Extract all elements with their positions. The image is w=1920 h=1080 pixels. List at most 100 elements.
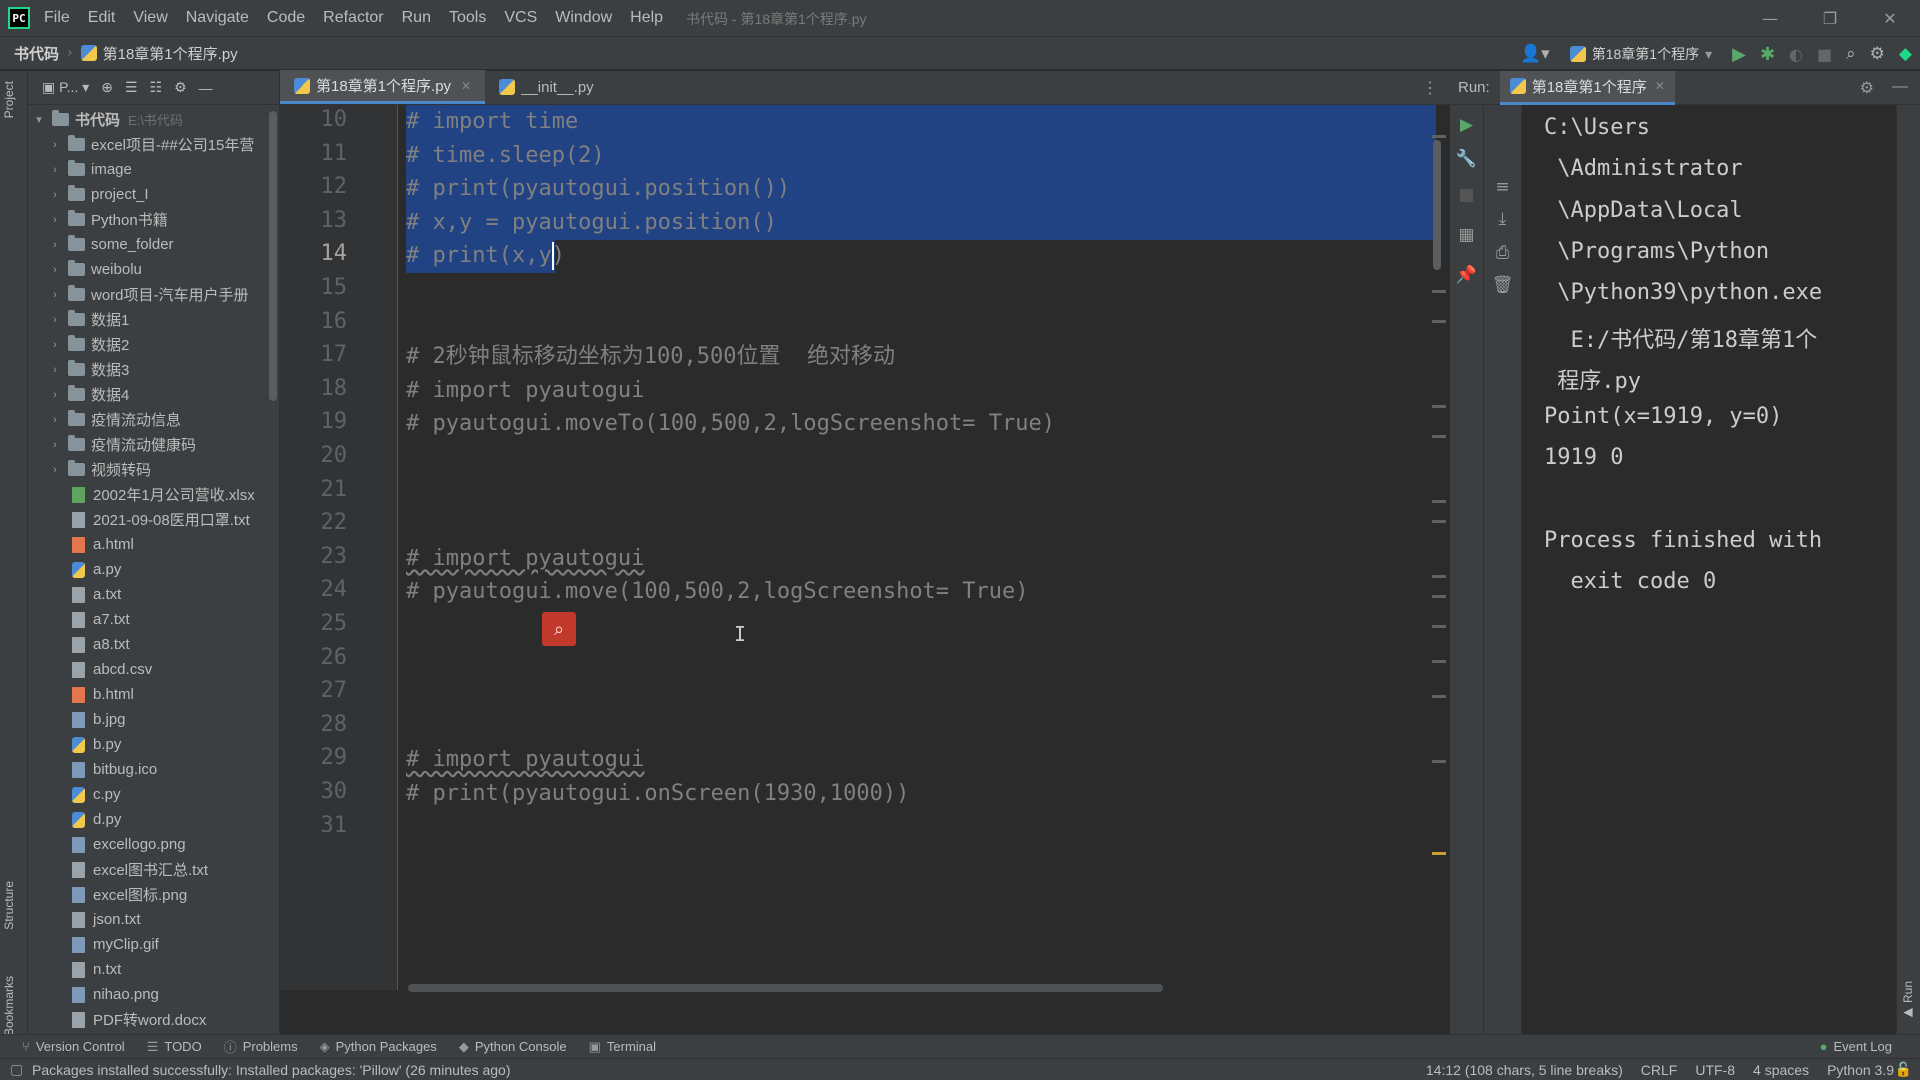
stripe-mark[interactable] <box>1432 625 1446 628</box>
tab-problems[interactable]: ⓘ Problems <box>224 1037 298 1056</box>
stripe-mark[interactable] <box>1432 435 1446 438</box>
tree-item[interactable]: json.txt <box>28 907 279 932</box>
stripe-mark[interactable] <box>1432 760 1446 763</box>
status-toggle-icon[interactable]: ▢ <box>10 1061 23 1078</box>
project-tree-scrollbar[interactable] <box>269 111 277 401</box>
editor-tab[interactable]: 第18章第1个程序.py ✕ <box>280 70 486 104</box>
stripe-mark[interactable] <box>1432 320 1446 323</box>
code-line[interactable]: # import pyautogui <box>406 374 644 408</box>
stripe-mark[interactable] <box>1432 520 1446 523</box>
menu-code[interactable]: Code <box>267 9 305 27</box>
editor-horizontal-scrollbar[interactable] <box>408 984 1163 992</box>
tree-item[interactable]: › excel项目-##公司15年营 <box>28 132 279 157</box>
tab-python-console[interactable]: ◆ Python Console <box>459 1039 567 1055</box>
python-interpreter[interactable]: Python 3.9 <box>1827 1062 1894 1078</box>
tree-item[interactable]: b.html <box>28 682 279 707</box>
project-view-selector[interactable]: ▣ P... ▾ <box>42 79 89 96</box>
code-line[interactable]: # print(x,y) <box>406 239 565 273</box>
user-icon[interactable]: 👤▾ <box>1520 44 1550 64</box>
menu-navigate[interactable]: Navigate <box>186 9 249 27</box>
indent-setting[interactable]: 4 spaces <box>1753 1062 1809 1078</box>
tab-version-control[interactable]: ⑂ Version Control <box>22 1039 125 1054</box>
stripe-mark[interactable] <box>1432 660 1446 663</box>
code-line[interactable]: # pyautogui.moveTo(100,500,2,logScreensh… <box>406 407 1055 441</box>
event-log-button[interactable]: ● Event Log <box>1820 1039 1892 1054</box>
code-editor[interactable]: ▲4 ▲23 ✔3 ˄ ˅ # import time# time.sleep(… <box>398 105 1450 990</box>
editor-tab[interactable]: __init__.py <box>485 70 608 104</box>
code-line[interactable]: # import pyautogui <box>406 542 644 576</box>
tab-todo[interactable]: ☰ TODO <box>147 1039 202 1055</box>
tree-item[interactable]: › 视频转码 <box>28 457 279 482</box>
stripe-mark[interactable] <box>1432 595 1446 598</box>
project-tool-tab[interactable]: Project <box>2 81 16 118</box>
tree-item[interactable]: › image <box>28 157 279 182</box>
gear-icon[interactable]: ⚙ <box>1860 78 1874 98</box>
tree-item[interactable]: a.py <box>28 557 279 582</box>
tree-item[interactable]: a.txt <box>28 582 279 607</box>
more-tabs-icon[interactable]: ⋮ <box>1422 78 1438 97</box>
warning-stripe-mark[interactable] <box>1432 852 1446 855</box>
tree-item[interactable]: myClip.gif <box>28 932 279 957</box>
tree-item[interactable]: a7.txt <box>28 607 279 632</box>
expand-all-icon[interactable]: ☰ <box>125 79 138 96</box>
collapse-all-icon[interactable]: ☷ <box>150 79 163 96</box>
restore-button[interactable]: ❐ <box>1800 9 1860 28</box>
menu-edit[interactable]: Edit <box>88 9 116 27</box>
menu-vcs[interactable]: VCS <box>504 9 537 27</box>
hide-panel-icon[interactable]: — <box>199 80 213 96</box>
structure-tool-tab[interactable]: Structure <box>2 881 16 930</box>
hide-panel-icon[interactable]: — <box>1892 78 1908 98</box>
tree-item[interactable]: › project_I <box>28 182 279 207</box>
tree-item[interactable]: › 数据3 <box>28 357 279 382</box>
stripe-mark[interactable] <box>1432 575 1446 578</box>
tree-item[interactable]: › 疫情流动信息 <box>28 407 279 432</box>
tree-item[interactable]: 2021-09-08医用口罩.txt <box>28 507 279 532</box>
menu-refactor[interactable]: Refactor <box>323 9 383 27</box>
run-config-selector[interactable]: 第18章第1个程序 ▾ <box>1563 42 1719 66</box>
tab-python-packages[interactable]: ◈ Python Packages <box>320 1039 437 1055</box>
minimize-button[interactable]: — <box>1740 9 1800 28</box>
code-line[interactable]: # print(pyautogui.onScreen(1930,1000)) <box>406 777 909 811</box>
gear-icon[interactable]: ⚙ <box>174 79 187 96</box>
lock-icon[interactable]: 🔓 <box>1895 1061 1912 1078</box>
soft-wrap-icon[interactable]: ≡ <box>1484 177 1521 197</box>
debug-icon[interactable]: ✱ <box>1760 44 1775 65</box>
tree-item[interactable]: › some_folder <box>28 232 279 257</box>
code-line[interactable]: # import pyautogui <box>406 743 644 777</box>
breadcrumb-file[interactable]: 第18章第1个程序.py <box>80 43 238 64</box>
menu-view[interactable]: View <box>133 9 167 27</box>
caret-position[interactable]: 14:12 (108 chars, 5 line breaks) <box>1426 1062 1623 1078</box>
tree-item[interactable]: › Python书籍 <box>28 207 279 232</box>
rerun-icon[interactable]: ▶ <box>1450 115 1483 135</box>
tree-item[interactable]: nihao.png <box>28 982 279 1007</box>
bookmarks-tool-tab[interactable]: Bookmarks <box>2 976 16 1036</box>
tree-item[interactable]: PDF转word.docx <box>28 1007 279 1032</box>
tree-root[interactable]: ▾ 书代码 E:\书代码 <box>28 107 279 132</box>
menu-help[interactable]: Help <box>630 9 663 27</box>
code-line[interactable]: # print(pyautogui.position()) <box>406 172 790 206</box>
locate-icon[interactable]: ⊕ <box>101 79 113 96</box>
run-tab[interactable]: 第18章第1个程序 ✕ <box>1499 70 1675 105</box>
menu-file[interactable]: File <box>44 9 70 27</box>
tree-item[interactable]: c.py <box>28 782 279 807</box>
coverage-icon[interactable]: ◐ <box>1789 45 1803 64</box>
search-icon[interactable]: ⌕ <box>1846 44 1856 64</box>
run-tool-tab[interactable]: ▶ Run <box>1901 981 1915 1020</box>
tree-item[interactable]: b.jpg <box>28 707 279 732</box>
menu-window[interactable]: Window <box>555 9 612 27</box>
trash-icon[interactable]: 🗑 <box>1484 275 1521 295</box>
tree-item[interactable]: d.py <box>28 807 279 832</box>
file-encoding[interactable]: UTF-8 <box>1695 1062 1735 1078</box>
run-icon[interactable]: ▶ <box>1732 44 1746 65</box>
close-icon[interactable]: ✕ <box>461 79 471 93</box>
wrench-icon[interactable]: 🔧 <box>1450 149 1483 169</box>
stripe-mark[interactable] <box>1432 135 1446 138</box>
stripe-mark[interactable] <box>1432 405 1446 408</box>
tree-item[interactable]: › weibolu <box>28 257 279 282</box>
tree-item[interactable]: excellogo.png <box>28 832 279 857</box>
layout-icon[interactable]: ▦ <box>1450 225 1483 245</box>
search-popup-icon[interactable]: ⌕ <box>542 612 576 646</box>
stripe-mark[interactable] <box>1432 500 1446 503</box>
menu-run[interactable]: Run <box>402 9 431 27</box>
tree-item[interactable]: excel图书汇总.txt <box>28 857 279 882</box>
